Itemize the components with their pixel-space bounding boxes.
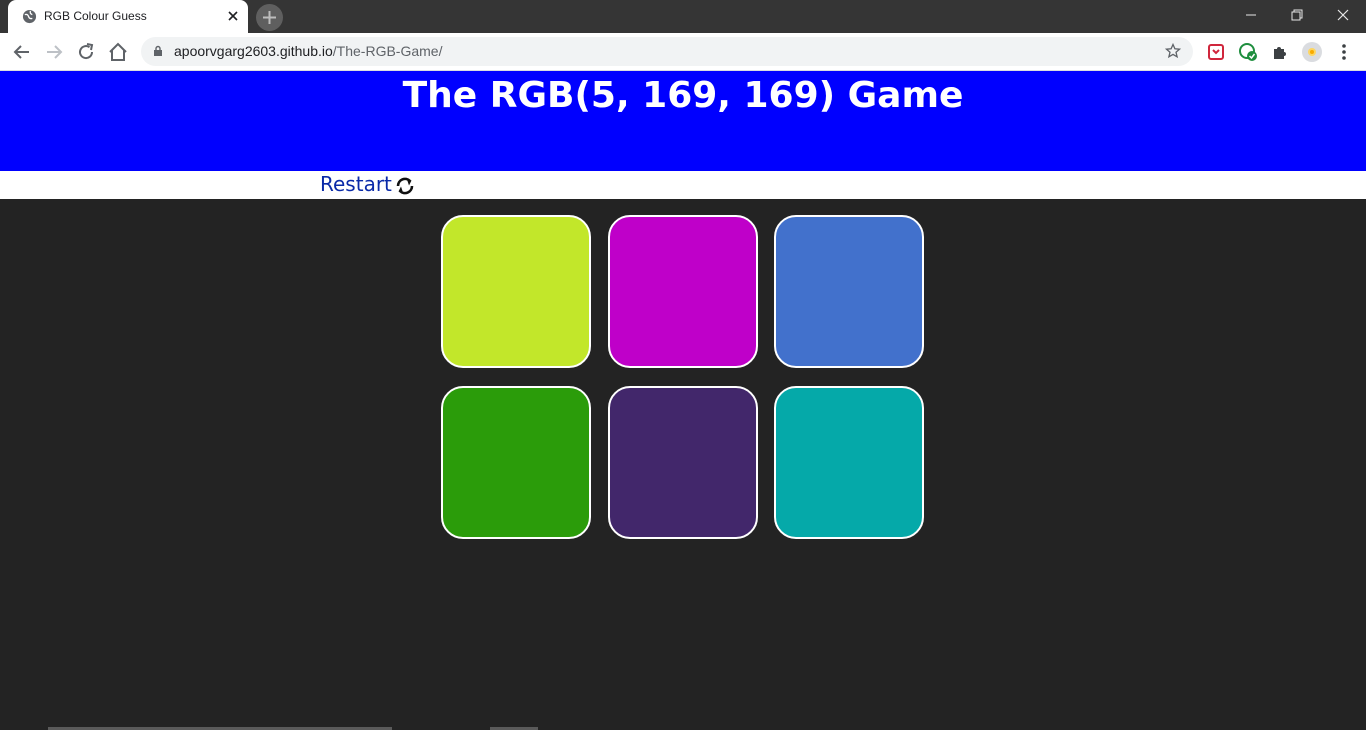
browser-toolbar: apoorvgarg2603.github.io/The-RGB-Game/	[0, 33, 1366, 71]
color-square-4[interactable]	[441, 386, 591, 539]
color-square-1[interactable]	[441, 215, 591, 368]
puzzle-extensions-icon[interactable]	[1270, 42, 1290, 62]
restore-button[interactable]	[1274, 0, 1320, 30]
address-bar[interactable]: apoorvgarg2603.github.io/The-RGB-Game/	[141, 37, 1193, 66]
bookmark-star-icon[interactable]	[1165, 43, 1181, 59]
url-path: /The-RGB-Game/	[332, 43, 443, 59]
close-icon	[1337, 9, 1349, 21]
color-square-2[interactable]	[608, 215, 758, 368]
plus-icon	[263, 11, 276, 24]
pocket-extension-icon[interactable]	[1206, 42, 1226, 62]
restore-icon	[1291, 9, 1303, 21]
control-stripe: Restart	[0, 171, 1366, 199]
forward-arrow-icon[interactable]	[42, 40, 66, 64]
game-title: The RGB(5, 169, 169) Game	[402, 75, 964, 116]
profile-avatar-icon[interactable]	[1302, 42, 1322, 62]
new-tab-button[interactable]	[256, 4, 283, 31]
color-square-3[interactable]	[774, 215, 924, 368]
globe-icon	[22, 9, 37, 24]
color-square-5[interactable]	[608, 386, 758, 539]
refresh-icon[interactable]	[392, 173, 418, 199]
tab-title: RGB Colour Guess	[44, 9, 147, 23]
menu-dots-icon[interactable]	[1334, 42, 1354, 62]
grammar-extension-icon[interactable]	[1238, 42, 1258, 62]
page-content: The RGB(5, 169, 169) Game Restart	[0, 71, 1366, 730]
minimize-icon	[1246, 14, 1256, 16]
minimize-button[interactable]	[1228, 0, 1274, 30]
window-close-button[interactable]	[1320, 0, 1366, 30]
browser-tab[interactable]: RGB Colour Guess	[8, 0, 248, 33]
color-square-6[interactable]	[774, 386, 924, 539]
restart-button[interactable]: Restart	[320, 172, 392, 196]
close-icon[interactable]	[226, 9, 240, 23]
url-host: apoorvgarg2603.github.io	[174, 43, 333, 59]
tab-strip: RGB Colour Guess	[0, 0, 1366, 33]
reload-icon[interactable]	[74, 40, 98, 64]
url-text: apoorvgarg2603.github.io/The-RGB-Game/	[174, 43, 443, 59]
back-arrow-icon[interactable]	[10, 40, 34, 64]
home-icon[interactable]	[106, 40, 130, 64]
game-header: The RGB(5, 169, 169) Game	[0, 71, 1366, 171]
lock-icon[interactable]	[153, 45, 163, 57]
